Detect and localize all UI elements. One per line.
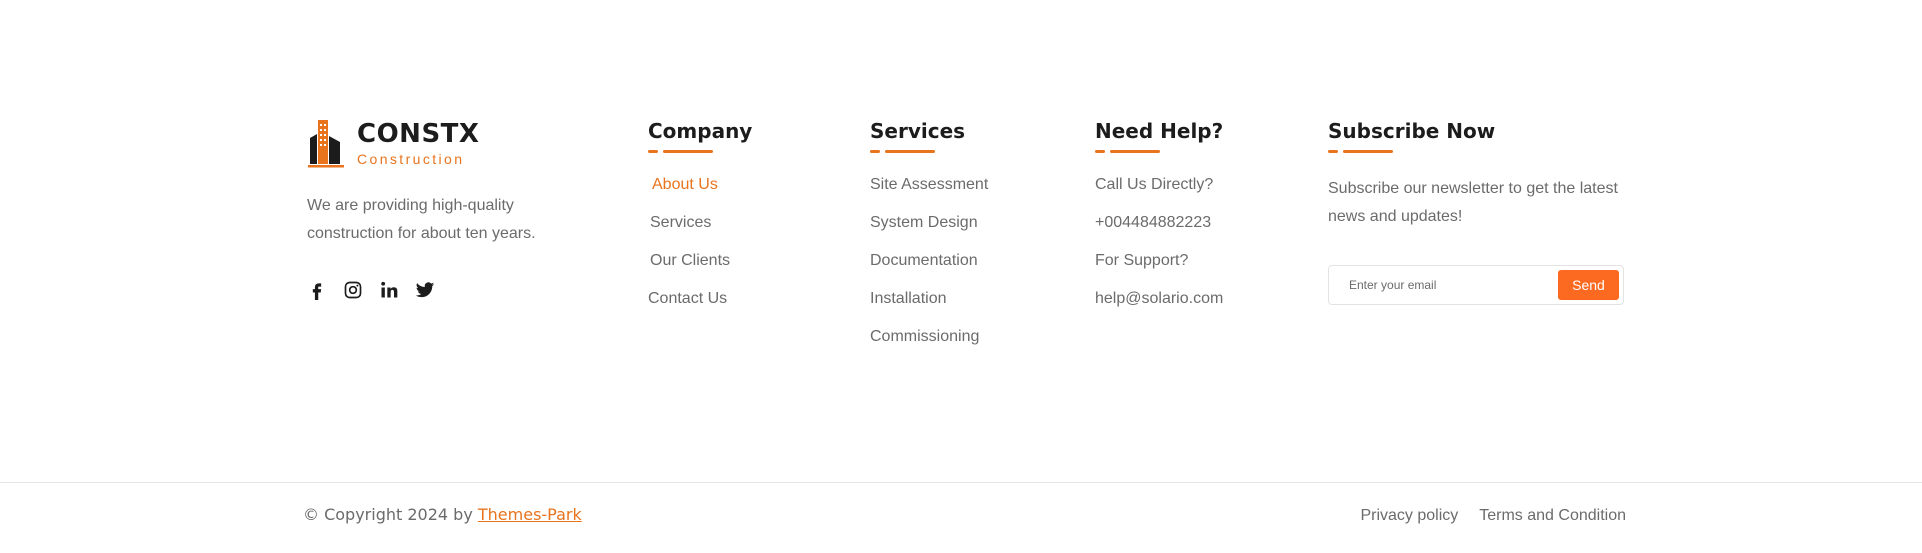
help-phone-number[interactable]: +004484882223 <box>1095 213 1295 233</box>
services-link-commissioning[interactable]: Commissioning <box>870 327 1060 347</box>
help-call-label: Call Us Directly? <box>1095 176 1214 193</box>
company-link-our-clients[interactable]: Our Clients <box>648 251 828 271</box>
footer-subscribe-column: Subscribe Now Subscribe our newsletter t… <box>1328 118 1628 305</box>
help-heading: Need Help? <box>1095 119 1224 143</box>
legal-links: Privacy policy Terms and Condition <box>1360 507 1626 525</box>
privacy-policy-link[interactable]: Privacy policy <box>1360 507 1458 525</box>
footer-company-column: Company About Us Services Our Clients Co… <box>648 118 828 327</box>
heading-underline <box>1328 150 1398 153</box>
subscribe-description: Subscribe our newsletter to get the late… <box>1328 180 1618 225</box>
company-heading: Company <box>648 119 753 143</box>
services-heading: Services <box>870 119 966 143</box>
services-link-site-assessment[interactable]: Site Assessment <box>870 175 1060 195</box>
social-links <box>307 280 607 300</box>
subscribe-heading: Subscribe Now <box>1328 119 1496 143</box>
company-link-contact-us[interactable]: Contact Us <box>648 289 828 309</box>
copyright-prefix: © Copyright 2024 by <box>303 505 478 524</box>
brand-description: We are providing high-quality constructi… <box>307 197 536 242</box>
copyright-text: © Copyright 2024 by Themes-Park <box>303 505 582 524</box>
help-support-label: For Support? <box>1095 252 1189 269</box>
footer-help-column: Need Help? Call Us Directly? +0044848822… <box>1095 118 1295 327</box>
terms-condition-link[interactable]: Terms and Condition <box>1479 507 1626 525</box>
help-email-address[interactable]: help@solario.com <box>1095 289 1295 309</box>
site-footer: CONSTX Construction We are providing hig… <box>0 0 1922 553</box>
email-input[interactable] <box>1347 277 1558 293</box>
instagram-icon[interactable] <box>343 280 363 300</box>
brand-tagline: Construction <box>357 151 465 167</box>
themes-park-link[interactable]: Themes-Park <box>478 505 582 524</box>
company-link-services[interactable]: Services <box>648 213 828 233</box>
brand-name: CONSTX <box>357 119 480 149</box>
company-link-about-us[interactable]: About Us <box>648 175 828 195</box>
building-logo-icon <box>308 120 344 168</box>
footer-services-column: Services Site Assessment System Design D… <box>870 118 1060 365</box>
subscribe-form: Send <box>1328 265 1624 305</box>
footer-bottom-bar: © Copyright 2024 by Themes-Park Privacy … <box>0 482 1922 553</box>
company-links: About Us Services Our Clients Contact Us <box>648 175 828 309</box>
services-link-installation[interactable]: Installation <box>870 289 1060 309</box>
twitter-icon[interactable] <box>415 280 435 300</box>
heading-underline <box>1095 150 1165 153</box>
send-button[interactable]: Send <box>1558 270 1619 300</box>
linkedin-icon[interactable] <box>379 280 399 300</box>
services-links: Site Assessment System Design Documentat… <box>870 175 1060 347</box>
services-link-documentation[interactable]: Documentation <box>870 251 1060 271</box>
facebook-icon[interactable] <box>307 280 327 300</box>
footer-brand-column: CONSTX Construction We are providing hig… <box>307 118 607 300</box>
services-link-system-design[interactable]: System Design <box>870 213 1060 233</box>
help-list: Call Us Directly? +004484882223 For Supp… <box>1095 175 1295 309</box>
heading-underline <box>648 150 718 153</box>
logo[interactable]: CONSTX Construction <box>307 118 607 170</box>
heading-underline <box>870 150 940 153</box>
